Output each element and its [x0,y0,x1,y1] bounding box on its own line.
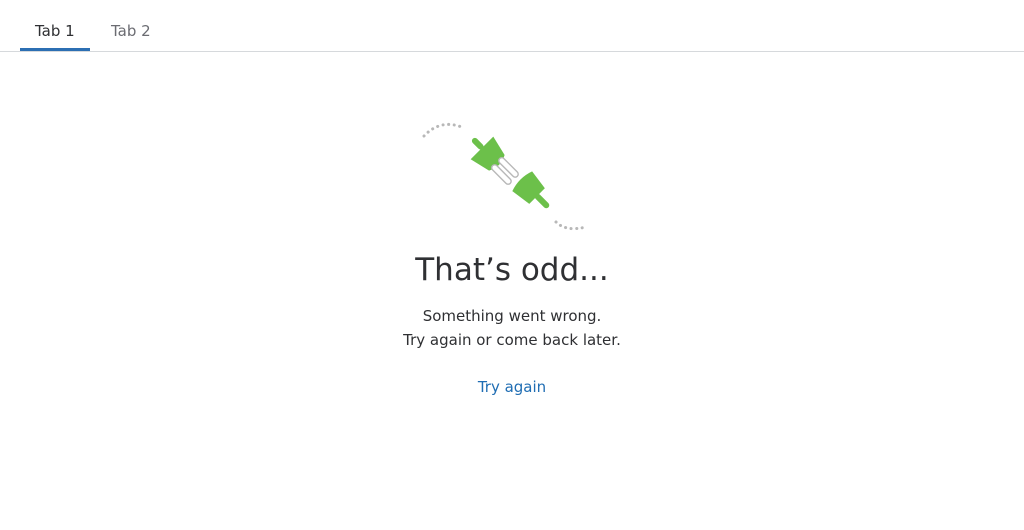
try-again-link[interactable]: Try again [478,378,546,396]
error-message-line-1: Something went wrong. [422,307,602,325]
error-message-line-2: Try again or come back later. [403,331,621,349]
tab-1[interactable]: Tab 1 [20,12,90,51]
unplugged-plug-icon [416,116,596,236]
error-title: That’s odd... [415,252,609,288]
tab-2[interactable]: Tab 2 [96,12,166,51]
retry-container: Try again [0,375,1024,399]
tab-bar: Tab 1 Tab 2 [0,0,1024,52]
